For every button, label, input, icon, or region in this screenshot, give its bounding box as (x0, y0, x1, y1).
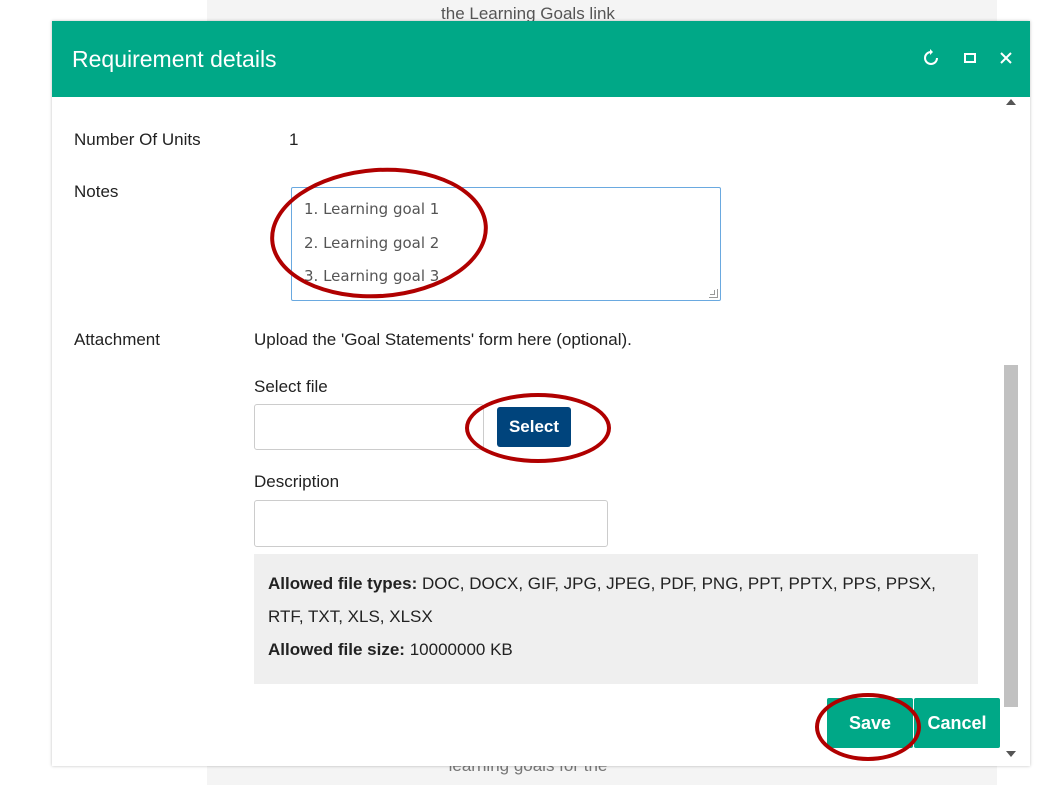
file-input[interactable] (254, 404, 484, 450)
attachment-hint: Upload the 'Goal Statements' form here (… (254, 330, 632, 349)
allowed-types-label: Allowed file types: (268, 574, 418, 593)
units-value: 1 (289, 130, 299, 149)
scrollbar[interactable] (1002, 97, 1020, 766)
allowed-size-value: 10000000 KB (409, 640, 513, 659)
dialog-titlebar: Requirement details (52, 21, 1030, 97)
units-label: Number Of Units (74, 130, 201, 149)
allowed-types-value: DOC, DOCX, GIF, JPG, JPEG, PDF, PNG, PPT… (421, 574, 936, 593)
scroll-thumb[interactable] (1004, 365, 1018, 707)
description-input[interactable] (254, 500, 608, 547)
cancel-button[interactable]: Cancel (914, 698, 1000, 748)
allowed-size-label: Allowed file size: (268, 640, 405, 659)
notes-line: 1. Learning goal 1 (304, 200, 440, 218)
maximize-icon[interactable] (957, 45, 983, 71)
file-info-box: Allowed file types: DOC, DOCX, GIF, JPG,… (254, 554, 978, 684)
allowed-types-line: Allowed file types: DOC, DOCX, GIF, JPG,… (268, 567, 964, 600)
notes-label: Notes (74, 182, 119, 201)
refresh-icon[interactable] (918, 45, 944, 71)
allowed-types-line-2: RTF, TXT, XLS, XLSX (268, 607, 433, 626)
dialog-title: Requirement details (72, 46, 277, 72)
scroll-down-icon[interactable] (1006, 751, 1016, 757)
scroll-up-icon[interactable] (1006, 99, 1016, 105)
resize-handle-icon[interactable] (709, 289, 718, 298)
notes-textarea[interactable]: 1. Learning goal 1 2. Learning goal 2 3.… (291, 187, 721, 301)
description-label: Description (254, 472, 340, 491)
save-button[interactable]: Save (827, 698, 913, 748)
select-button[interactable]: Select (497, 407, 571, 447)
notes-line: 2. Learning goal 2 (304, 233, 440, 252)
select-file-label: Select file (254, 377, 328, 396)
dialog-content: Number Of Units 1 Notes 1. Learning goal… (52, 97, 1030, 766)
attachment-label: Attachment (74, 330, 160, 349)
notes-line: 3. Learning goal 3 (304, 267, 440, 285)
allowed-size-line: Allowed file size: 10000000 KB (268, 633, 964, 666)
close-icon[interactable] (993, 45, 1019, 71)
requirement-dialog: Requirement details Number Of Units 1 No… (52, 21, 1030, 766)
